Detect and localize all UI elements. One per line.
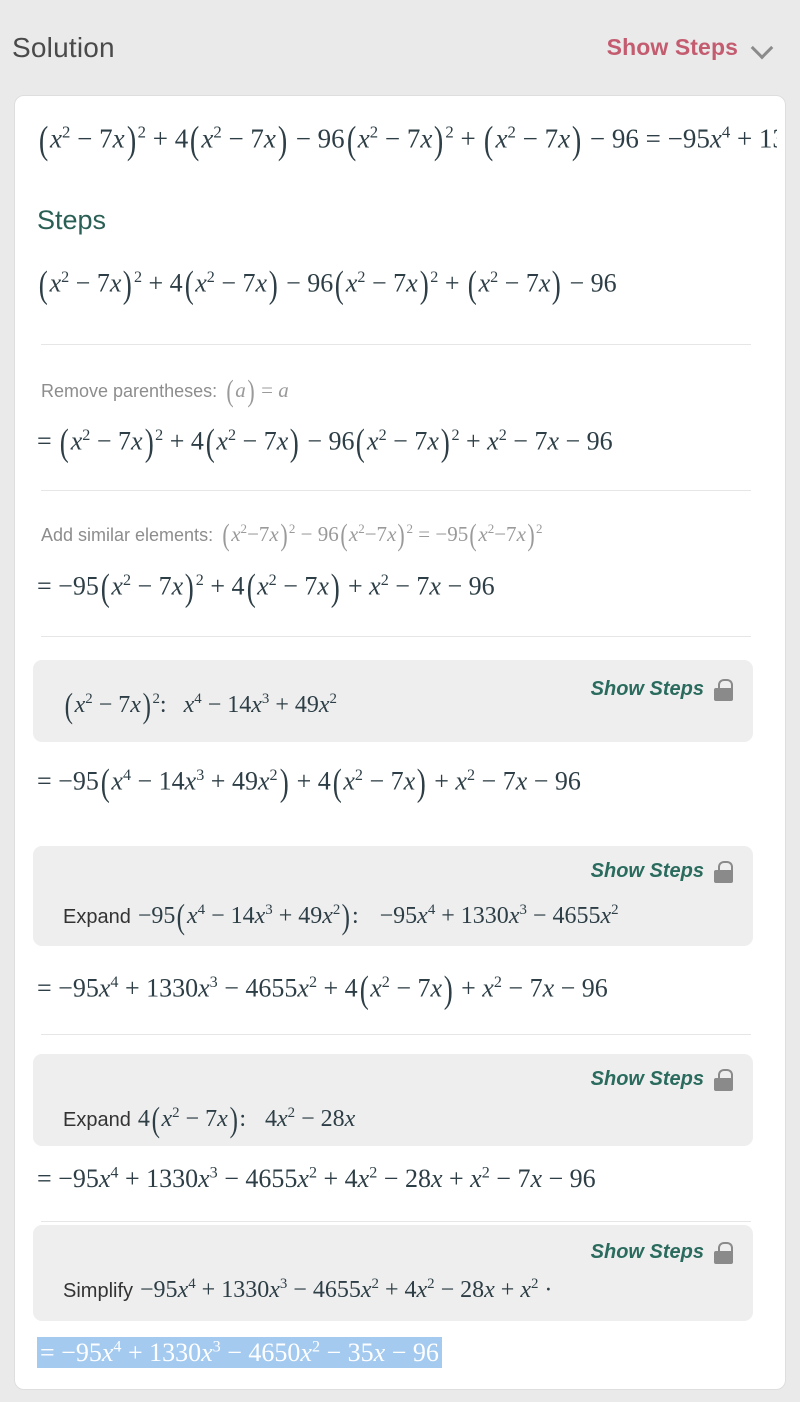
label-text: Remove parentheses:	[41, 380, 218, 401]
top-expression: (x2 − 7x) 2 + 4(x2 − 7x) − 96(x2 − 7x) 2 +…	[38, 119, 777, 162]
locked-step-value: 4x2 − 28x	[265, 1105, 356, 1133]
step-result-expand-minus95: = −95x4 + 1330x3 − 4655x2 + 4(x2 − 7x) +…	[37, 969, 608, 1011]
locked-step-value: −95x4 + 1330x3 − 4655x2	[379, 902, 619, 930]
chevron-down-icon[interactable]	[752, 37, 774, 59]
show-steps-locked-button[interactable]: Show Steps	[591, 860, 733, 883]
lock-icon	[714, 860, 733, 883]
header-actions: Show Steps	[607, 34, 774, 61]
show-steps-locked-button[interactable]: Show Steps	[591, 1241, 733, 1264]
step-result-remove-parentheses: = (x2 − 7x) 2 + 4(x2 − 7x) − 96(x2 − 7x) 2…	[37, 422, 613, 464]
divider	[41, 344, 751, 345]
locked-step-argument: 4(x2 − 7x):	[137, 1100, 246, 1139]
divider	[41, 1221, 751, 1222]
step-result-expand-4: = −95x4 + 1330x3 − 4655x2 + 4x2 − 28x + …	[37, 1164, 596, 1193]
show-steps-label: Show Steps	[590, 1068, 704, 1090]
lock-icon	[714, 1241, 733, 1264]
locked-step-argument: −95x4 + 1330x3 − 4655x2 + 4x2 − 28x + x2…	[140, 1276, 553, 1303]
solution-header: Solution Show Steps	[0, 0, 800, 95]
locked-step-expression: (x2 − 7x) 2:	[64, 686, 167, 725]
locked-step-label: Expand −95(x4 − 14x3 + 49x2): −95x4 + 13…	[63, 897, 619, 937]
label-text: Expand	[63, 1109, 131, 1132]
show-steps-label: Show Steps	[590, 860, 704, 882]
locked-step-label: Expand 4(x2 − 7x): 4x2 − 28x	[63, 1100, 355, 1140]
locked-step-label: Simplify −95x4 + 1330x3 − 4655x2 + 4x2 −…	[63, 1277, 552, 1304]
lock-icon	[714, 1068, 733, 1091]
label-text: Expand	[63, 906, 131, 929]
locked-step-expand-4[interactable]: Show Steps Expand 4(x2 − 7x): 4x2 − 28x	[33, 1054, 753, 1146]
steps-heading: Steps	[37, 205, 107, 235]
step-label-add-similar-elements: Add similar elements: (x2−7x)2 − 96(x2−7…	[41, 518, 543, 553]
step-result-square-binomial: = −95(x4 − 14x3 + 49x2) + 4(x2 − 7x) + x…	[37, 762, 581, 804]
final-result-selected-text: = −95x4 + 1330x3 − 4650x2 − 35x − 96	[37, 1337, 442, 1368]
locked-step-label: (x2 − 7x) 2: x4 − 14x3 + 49x2	[63, 686, 337, 726]
final-result-line: = −95x4 + 1330x3 − 4650x2 − 35x − 96	[37, 1337, 442, 1368]
locked-step-value: x4 − 14x3 + 49x2	[183, 691, 337, 719]
label-text: Simplify	[63, 1280, 134, 1302]
show-steps-toggle-button[interactable]: Show Steps	[607, 34, 738, 61]
show-steps-label: Show Steps	[590, 678, 704, 700]
divider	[41, 636, 751, 637]
show-steps-locked-button[interactable]: Show Steps	[591, 678, 733, 701]
step-result-add-similar-elements: = −95(x2 − 7x) 2 + 4(x2 − 7x) + x2 − 7x −…	[37, 567, 495, 609]
locked-step-argument: −95(x4 − 14x3 + 49x2):	[137, 897, 359, 936]
rule-expression: (a) = a	[226, 374, 289, 408]
rule-expression: (x2−7x)2 − 96(x2−7x)2 = −95(x2−7x)2	[222, 518, 543, 552]
label-text: Add similar elements:	[41, 524, 214, 545]
solution-card: (x2 − 7x) 2 + 4(x2 − 7x) − 96(x2 − 7x) 2 +…	[14, 95, 786, 1390]
locked-step-expand-minus95[interactable]: Show Steps Expand −95(x4 − 14x3 + 49x2):…	[33, 846, 753, 946]
locked-step-simplify[interactable]: Show Steps Simplify −95x4 + 1330x3 − 465…	[33, 1225, 753, 1321]
divider	[41, 490, 751, 491]
show-steps-label: Show Steps	[590, 1241, 704, 1263]
lock-icon	[714, 678, 733, 701]
locked-step-square-binomial[interactable]: (x2 − 7x) 2: x4 − 14x3 + 49x2 Show Steps	[33, 660, 753, 742]
step-initial-expression: (x2 − 7x) 2 + 4(x2 − 7x) − 96(x2 − 7x) 2 +…	[38, 264, 617, 306]
show-steps-locked-button[interactable]: Show Steps	[591, 1068, 733, 1091]
step-label-remove-parentheses: Remove parentheses: (a) = a	[41, 374, 289, 409]
page-title: Solution	[12, 31, 115, 63]
divider	[41, 1034, 751, 1035]
